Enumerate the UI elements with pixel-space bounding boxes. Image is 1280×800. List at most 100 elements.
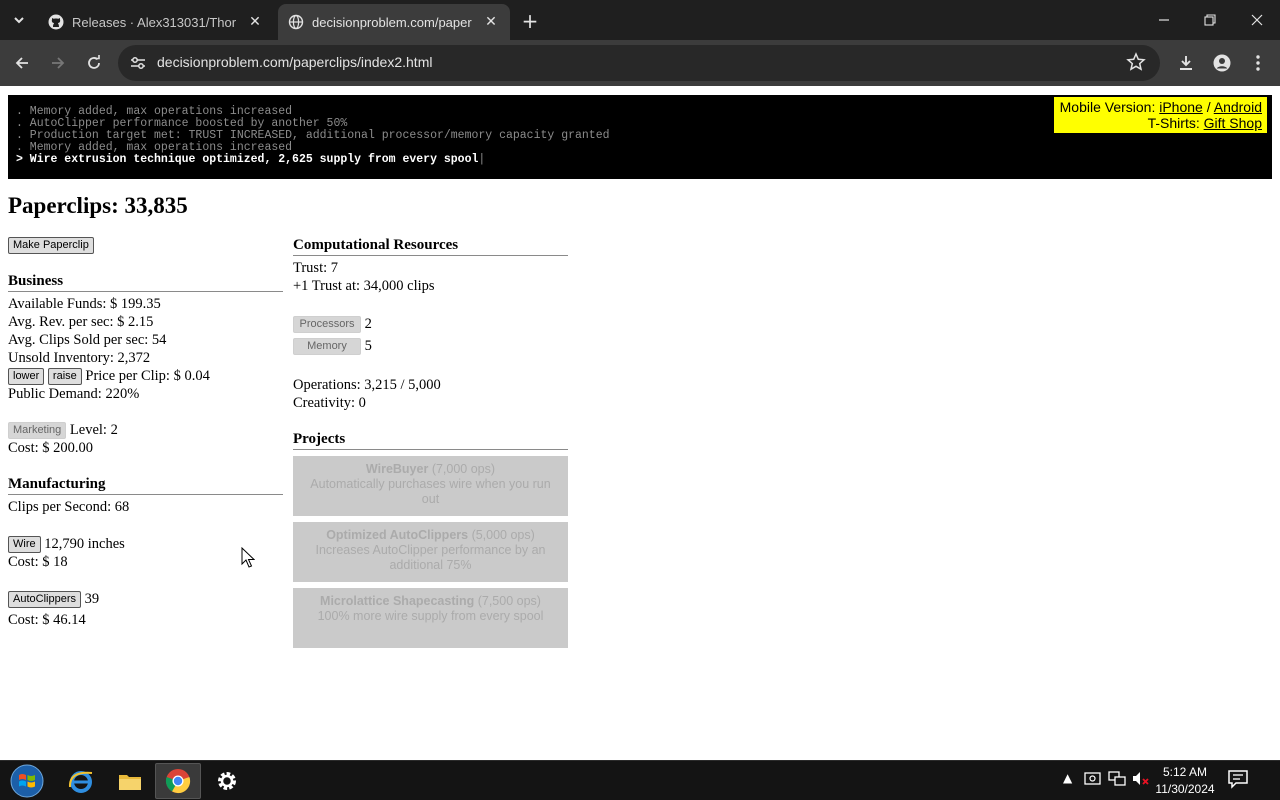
buy-wire-button[interactable]: Wire: [8, 536, 41, 554]
chevron-down-icon: [14, 17, 24, 24]
business-heading: Business: [8, 272, 283, 292]
browser-menu-button[interactable]: [1244, 49, 1272, 77]
marketing-cost-label: Cost: $: [8, 440, 54, 456]
minimize-button[interactable]: [1141, 6, 1187, 34]
minimize-icon: [1159, 19, 1169, 21]
project-description: Automatically purchases wire when you ru…: [310, 477, 551, 506]
project-title: Optimized AutoClippers: [326, 528, 469, 542]
marketing-level-value: 2: [110, 422, 118, 438]
memory-value: 5: [364, 338, 372, 354]
buy-autoclippers-button[interactable]: AutoClippers: [8, 591, 81, 609]
price-label: Price per Clip: $: [85, 368, 185, 384]
funds-label: Available Funds: $: [8, 296, 121, 312]
tab-title: Releases · Alex313031/Thorium: [72, 14, 236, 30]
paperclip-value: 33,835: [124, 193, 188, 218]
reload-icon: [88, 55, 100, 69]
tray-volume[interactable]: [1131, 770, 1151, 790]
project-microlattice-shapecasting[interactable]: Microlattice Shapecasting (7,500 ops) 10…: [293, 588, 568, 648]
project-description: 100% more wire supply from every spool: [317, 609, 544, 623]
taskbar-file-explorer[interactable]: [107, 763, 153, 799]
start-button[interactable]: [4, 763, 50, 799]
android-link[interactable]: Android: [1214, 99, 1262, 115]
console-caret: |: [478, 153, 486, 166]
marketing-button[interactable]: Marketing: [8, 422, 67, 440]
memory-row: Memory 5: [293, 337, 568, 356]
close-tab-icon[interactable]: ✕: [480, 11, 502, 33]
address-bar[interactable]: decisionproblem.com/paperclips/index2.ht…: [118, 45, 1160, 81]
iphone-link[interactable]: iPhone: [1159, 99, 1203, 115]
trust-label: Trust:: [293, 260, 331, 276]
mobile-line: Mobile Version: iPhone / Android: [1060, 99, 1262, 115]
paperclip-count: Paperclips: 33,835: [8, 193, 188, 219]
creativity-label: Creativity:: [293, 395, 359, 411]
left-column: Make Paperclip Business Available Funds:…: [8, 236, 283, 629]
project-wirebuyer[interactable]: WireBuyer (7,000 ops) Automatically purc…: [293, 456, 568, 516]
tab-paperclips[interactable]: decisionproblem.com/paperclips/index2.ht…: [278, 4, 510, 40]
close-tab-icon[interactable]: ✕: [244, 11, 266, 33]
tray-network[interactable]: [1108, 770, 1126, 790]
tab-search-button[interactable]: [6, 8, 32, 32]
taskbar: ▲ 5:12 AM 11/30/2024: [0, 760, 1280, 800]
marketing-row: Marketing Level: 2: [8, 421, 283, 440]
close-window-button[interactable]: [1234, 6, 1280, 34]
arrow-right-icon: [52, 57, 65, 69]
star-icon[interactable]: [1126, 52, 1146, 72]
taskbar-internet-explorer[interactable]: [58, 763, 104, 799]
internet-explorer-icon: [68, 771, 93, 793]
marketing-cost-row: Cost: $ 200.00: [8, 439, 283, 457]
processors-button[interactable]: Processors: [293, 316, 361, 334]
new-tab-button[interactable]: +: [518, 9, 542, 33]
autoclippers-cost-row: Cost: $ 46.14: [8, 611, 283, 629]
show-hidden-icons-button[interactable]: ▲: [1063, 771, 1072, 785]
promo-box: Mobile Version: iPhone / Android T-Shirt…: [1053, 97, 1267, 133]
revenue-value: 2.15: [128, 314, 154, 330]
middle-column: Computational Resources Trust: 7 +1 Trus…: [293, 236, 568, 654]
demand-row: Public Demand: 220%: [8, 385, 283, 403]
tray-security[interactable]: [1084, 770, 1101, 790]
next-trust-row: +1 Trust at: 34,000 clips: [293, 277, 568, 295]
project-cost: (7,000 ops): [428, 462, 496, 476]
kebab-menu-icon: [1256, 55, 1260, 71]
system-clock[interactable]: 5:12 AM 11/30/2024: [1150, 764, 1220, 798]
forward-button[interactable]: [44, 49, 72, 77]
make-paperclip-button[interactable]: Make Paperclip: [8, 237, 94, 255]
gift-shop-link[interactable]: Gift Shop: [1204, 115, 1262, 131]
manufacturing-heading: Manufacturing: [8, 475, 283, 495]
cps-label: Clips per Second:: [8, 499, 115, 515]
autoclippers-cost-value: 46.14: [53, 612, 86, 628]
url-text[interactable]: decisionproblem.com/paperclips/index2.ht…: [157, 54, 432, 70]
revenue-row: Avg. Rev. per sec: $ 2.15: [8, 313, 283, 331]
raise-price-button[interactable]: raise: [47, 368, 82, 386]
wire-amount: 12,790: [44, 536, 85, 552]
tab-releases[interactable]: Releases · Alex313031/Thorium ✕: [38, 4, 274, 40]
restore-button[interactable]: [1187, 6, 1233, 34]
operations-label: Operations:: [293, 377, 365, 393]
project-optimized-autoclippers[interactable]: Optimized AutoClippers (5,000 ops) Incre…: [293, 522, 568, 582]
unsold-row: Unsold Inventory: 2,372: [8, 349, 283, 367]
action-center-button[interactable]: [1227, 769, 1249, 792]
wire-cost-label: Cost: $: [8, 554, 54, 570]
marketing-cost-value: 200.00: [53, 440, 93, 456]
console-lines: . Memory added, max operations increased…: [16, 106, 610, 166]
processors-row: Processors 2: [293, 315, 568, 337]
separator: /: [1202, 99, 1214, 115]
lower-price-button[interactable]: lower: [8, 368, 45, 386]
tshirts-label: T-Shirts:: [1147, 115, 1204, 131]
memory-button[interactable]: Memory: [293, 338, 361, 356]
console-current-text: > Wire extrusion technique optimized, 2,…: [16, 153, 479, 166]
downloads-button[interactable]: [1172, 49, 1200, 77]
demand-value: 220%: [105, 386, 140, 402]
settings-gear-icon: [218, 772, 236, 790]
unsold-value: 2,372: [117, 350, 151, 366]
taskbar-settings[interactable]: [204, 763, 250, 799]
chevron-up-icon: ▲: [1063, 771, 1073, 785]
creativity-value: 0: [358, 395, 366, 411]
download-icon: [1180, 56, 1192, 70]
profile-button[interactable]: [1208, 49, 1236, 77]
tune-icon[interactable]: [128, 53, 148, 73]
taskbar-chrome[interactable]: [155, 763, 201, 799]
network-icon: [1108, 771, 1126, 786]
operations-value: 3,215 / 5,000: [364, 377, 441, 393]
reload-button[interactable]: [80, 49, 108, 77]
back-button[interactable]: [8, 49, 36, 77]
